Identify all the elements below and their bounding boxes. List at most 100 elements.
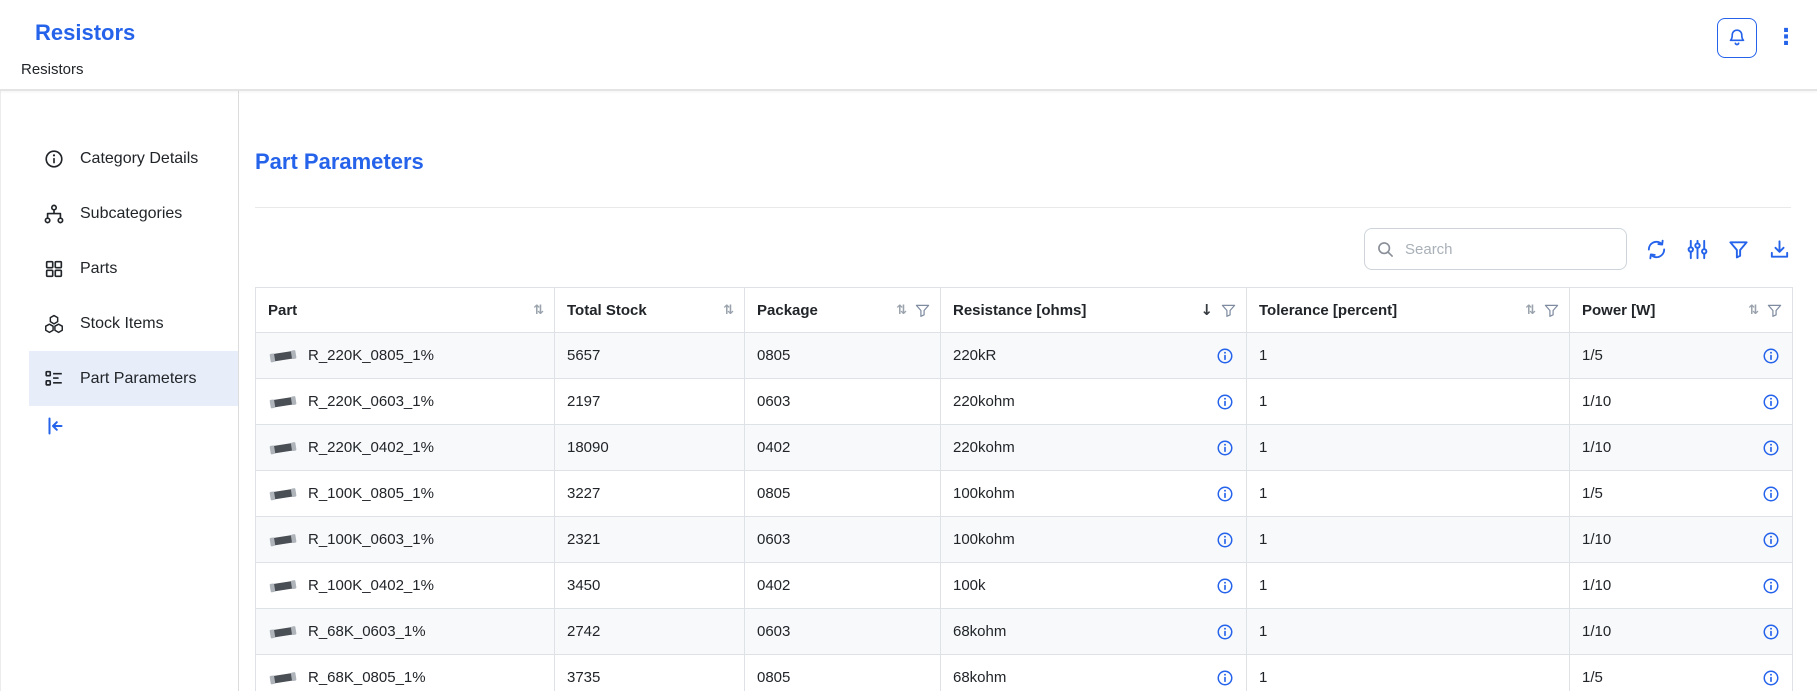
info-icon[interactable]: [1216, 485, 1234, 503]
parts-table: Part ⇅ Total Stock ⇅ Pac: [255, 287, 1793, 691]
table-row[interactable]: R_68K_0603_1% 2742 0603 68kohm 1 1/10: [256, 609, 1793, 655]
power-cell: 1/10: [1570, 517, 1793, 563]
resistance-value: 220kR: [953, 347, 996, 364]
table-row[interactable]: R_100K_0805_1% 3227 0805 100kohm 1 1/5: [256, 471, 1793, 517]
info-icon[interactable]: [1762, 623, 1780, 641]
bell-icon: [1726, 27, 1748, 49]
download-icon[interactable]: [1768, 238, 1791, 261]
table-row[interactable]: R_68K_0805_1% 3735 0805 68kohm 1 1/5: [256, 655, 1793, 692]
search-icon: [1375, 239, 1395, 259]
smd-chip-icon: [268, 440, 298, 456]
column-header-total-stock[interactable]: Total Stock ⇅: [555, 288, 745, 333]
package-cell: 0603: [745, 379, 941, 425]
info-icon[interactable]: [1762, 393, 1780, 411]
total-stock-cell: 3227: [555, 471, 745, 517]
sort-icon[interactable]: ⇅: [896, 304, 907, 317]
app-header: Resistors Resistors ⋮: [0, 0, 1817, 91]
column-label: Power [W]: [1582, 302, 1655, 319]
power-value: 1/5: [1582, 485, 1603, 502]
resistance-cell: 68kohm: [941, 609, 1247, 655]
sidebar-item-stock-items[interactable]: Stock Items: [29, 296, 238, 351]
info-icon[interactable]: [1762, 669, 1780, 687]
column-label: Resistance [ohms]: [953, 302, 1086, 319]
smd-chip-icon: [268, 532, 298, 548]
boxes-icon: [43, 313, 65, 335]
sidebar: Category Details Subcategories Parts: [1, 91, 239, 691]
package-cell: 0805: [745, 655, 941, 692]
grid-toolbar: [255, 228, 1791, 270]
sidebar-item-subcategories[interactable]: Subcategories: [29, 186, 238, 241]
column-header-resistance[interactable]: Resistance [ohms] ↓: [941, 288, 1247, 333]
total-stock-cell: 2742: [555, 609, 745, 655]
resistance-value: 68kohm: [953, 669, 1006, 686]
column-settings-icon[interactable]: [1686, 238, 1709, 261]
resistance-value: 100k: [953, 577, 986, 594]
filter-icon[interactable]: [1727, 238, 1750, 261]
search-input[interactable]: [1403, 240, 1616, 259]
sidebar-item-label: Part Parameters: [80, 370, 196, 388]
column-label: Part: [268, 302, 297, 319]
sort-icon[interactable]: ⇅: [723, 304, 734, 317]
tolerance-cell: 1: [1247, 563, 1570, 609]
breadcrumb: Resistors: [21, 61, 84, 78]
package-cell: 0402: [745, 563, 941, 609]
resistance-value: 68kohm: [953, 623, 1006, 640]
table-row[interactable]: R_220K_0805_1% 5657 0805 220kR 1 1/5: [256, 333, 1793, 379]
info-icon[interactable]: [1216, 623, 1234, 641]
power-cell: 1/10: [1570, 425, 1793, 471]
info-icon[interactable]: [1762, 485, 1780, 503]
info-icon[interactable]: [1216, 669, 1234, 687]
column-header-part[interactable]: Part ⇅: [256, 288, 555, 333]
kebab-menu-icon[interactable]: ⋮: [1769, 18, 1803, 58]
table-row[interactable]: R_220K_0603_1% 2197 0603 220kohm 1 1/10: [256, 379, 1793, 425]
sort-icon[interactable]: ⇅: [533, 304, 544, 317]
sort-icon[interactable]: ⇅: [1525, 304, 1536, 317]
column-filter-icon[interactable]: [1544, 303, 1559, 318]
info-icon[interactable]: [1216, 577, 1234, 595]
part-cell: R_100K_0805_1%: [256, 471, 555, 517]
resistance-value: 100kohm: [953, 485, 1015, 502]
info-icon[interactable]: [1216, 393, 1234, 411]
search-box: [1364, 228, 1627, 270]
tolerance-cell: 1: [1247, 471, 1570, 517]
column-filter-icon[interactable]: [1221, 303, 1236, 318]
info-icon[interactable]: [1762, 577, 1780, 595]
info-icon[interactable]: [1762, 347, 1780, 365]
part-cell: R_220K_0402_1%: [256, 425, 555, 471]
sort-desc-icon[interactable]: ↓: [1200, 303, 1213, 318]
collapse-sidebar-icon[interactable]: [43, 414, 67, 438]
sidebar-item-category-details[interactable]: Category Details: [29, 131, 238, 186]
power-value: 1/5: [1582, 669, 1603, 686]
info-circle-icon: [43, 148, 65, 170]
tolerance-cell: 1: [1247, 379, 1570, 425]
part-name: R_220K_0603_1%: [308, 393, 434, 410]
resistance-cell: 100k: [941, 563, 1247, 609]
power-value: 1/10: [1582, 577, 1611, 594]
part-cell: R_220K_0805_1%: [256, 333, 555, 379]
column-header-package[interactable]: Package ⇅: [745, 288, 941, 333]
refresh-icon[interactable]: [1645, 238, 1668, 261]
sidebar-item-part-parameters[interactable]: Part Parameters: [29, 351, 238, 406]
table-row[interactable]: R_100K_0603_1% 2321 0603 100kohm 1 1/10: [256, 517, 1793, 563]
column-filter-icon[interactable]: [915, 303, 930, 318]
header-actions: ⋮: [1717, 18, 1803, 58]
resistance-cell: 68kohm: [941, 655, 1247, 692]
sort-icon[interactable]: ⇅: [1748, 304, 1759, 317]
column-header-tolerance[interactable]: Tolerance [percent] ⇅: [1247, 288, 1570, 333]
table-row[interactable]: R_220K_0402_1% 18090 0402 220kohm 1 1/10: [256, 425, 1793, 471]
part-name: R_100K_0805_1%: [308, 485, 434, 502]
column-filter-icon[interactable]: [1767, 303, 1782, 318]
info-icon[interactable]: [1762, 439, 1780, 457]
table-row[interactable]: R_100K_0402_1% 3450 0402 100k 1 1/10: [256, 563, 1793, 609]
notifications-button[interactable]: [1717, 18, 1757, 58]
total-stock-cell: 2197: [555, 379, 745, 425]
column-header-power[interactable]: Power [W] ⇅: [1570, 288, 1793, 333]
part-cell: R_68K_0603_1%: [256, 609, 555, 655]
resistance-cell: 100kohm: [941, 517, 1247, 563]
sidebar-item-parts[interactable]: Parts: [29, 241, 238, 296]
power-cell: 1/10: [1570, 379, 1793, 425]
info-icon[interactable]: [1762, 531, 1780, 549]
info-icon[interactable]: [1216, 531, 1234, 549]
info-icon[interactable]: [1216, 439, 1234, 457]
info-icon[interactable]: [1216, 347, 1234, 365]
